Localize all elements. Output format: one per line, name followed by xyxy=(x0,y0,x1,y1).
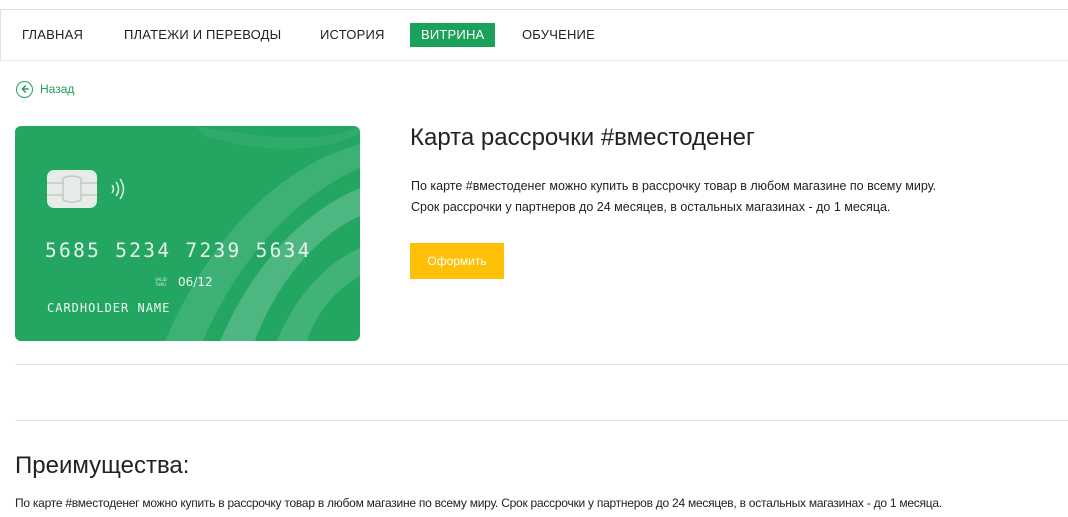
description-line: Срок рассрочки у партнеров до 24 месяцев… xyxy=(411,200,891,214)
page: ГЛАВНАЯ ПЛАТЕЖИ И ПЕРЕВОДЫ ИСТОРИЯ ВИТРИ… xyxy=(0,0,1068,517)
cardholder-name: CARDHOLDER NAME xyxy=(47,301,171,315)
back-label: Назад xyxy=(40,82,75,96)
back-link[interactable]: Назад xyxy=(16,79,74,99)
nav-item-main[interactable]: ГЛАВНАЯ xyxy=(22,23,83,47)
divider xyxy=(15,420,1068,421)
nav-item-learning[interactable]: ОБУЧЕНИЕ xyxy=(522,23,595,47)
product-title: Карта рассрочки #вместоденег xyxy=(410,124,755,151)
chip-icon xyxy=(47,170,97,208)
nav-item-payments[interactable]: ПЛАТЕЖИ И ПЕРЕВОДЫ xyxy=(124,23,281,47)
card-image: 5685 5234 7239 5634 VALID THRU 06/12 CAR… xyxy=(15,126,360,341)
description-line: По карте #вместоденег можно купить в рас… xyxy=(411,179,937,193)
divider xyxy=(15,364,1068,365)
card-expiry: 06/12 xyxy=(178,275,213,289)
nav-item-showcase[interactable]: ВИТРИНА xyxy=(410,23,496,47)
advantages-text: По карте #вместоденег можно купить в рас… xyxy=(15,496,942,510)
arrow-left-circle-icon xyxy=(16,80,33,98)
apply-button[interactable]: Оформить xyxy=(410,243,504,279)
advantages-title: Преимущества: xyxy=(15,452,190,479)
nav-item-history[interactable]: ИСТОРИЯ xyxy=(320,23,385,47)
valid-thru-label: VALID THRU xyxy=(155,277,167,287)
top-navigation: ГЛАВНАЯ ПЛАТЕЖИ И ПЕРЕВОДЫ ИСТОРИЯ ВИТРИ… xyxy=(0,9,1068,61)
card-number: 5685 5234 7239 5634 xyxy=(45,239,312,262)
contactless-icon xyxy=(111,178,125,200)
product-description: По карте #вместоденег можно купить в рас… xyxy=(411,176,1051,218)
